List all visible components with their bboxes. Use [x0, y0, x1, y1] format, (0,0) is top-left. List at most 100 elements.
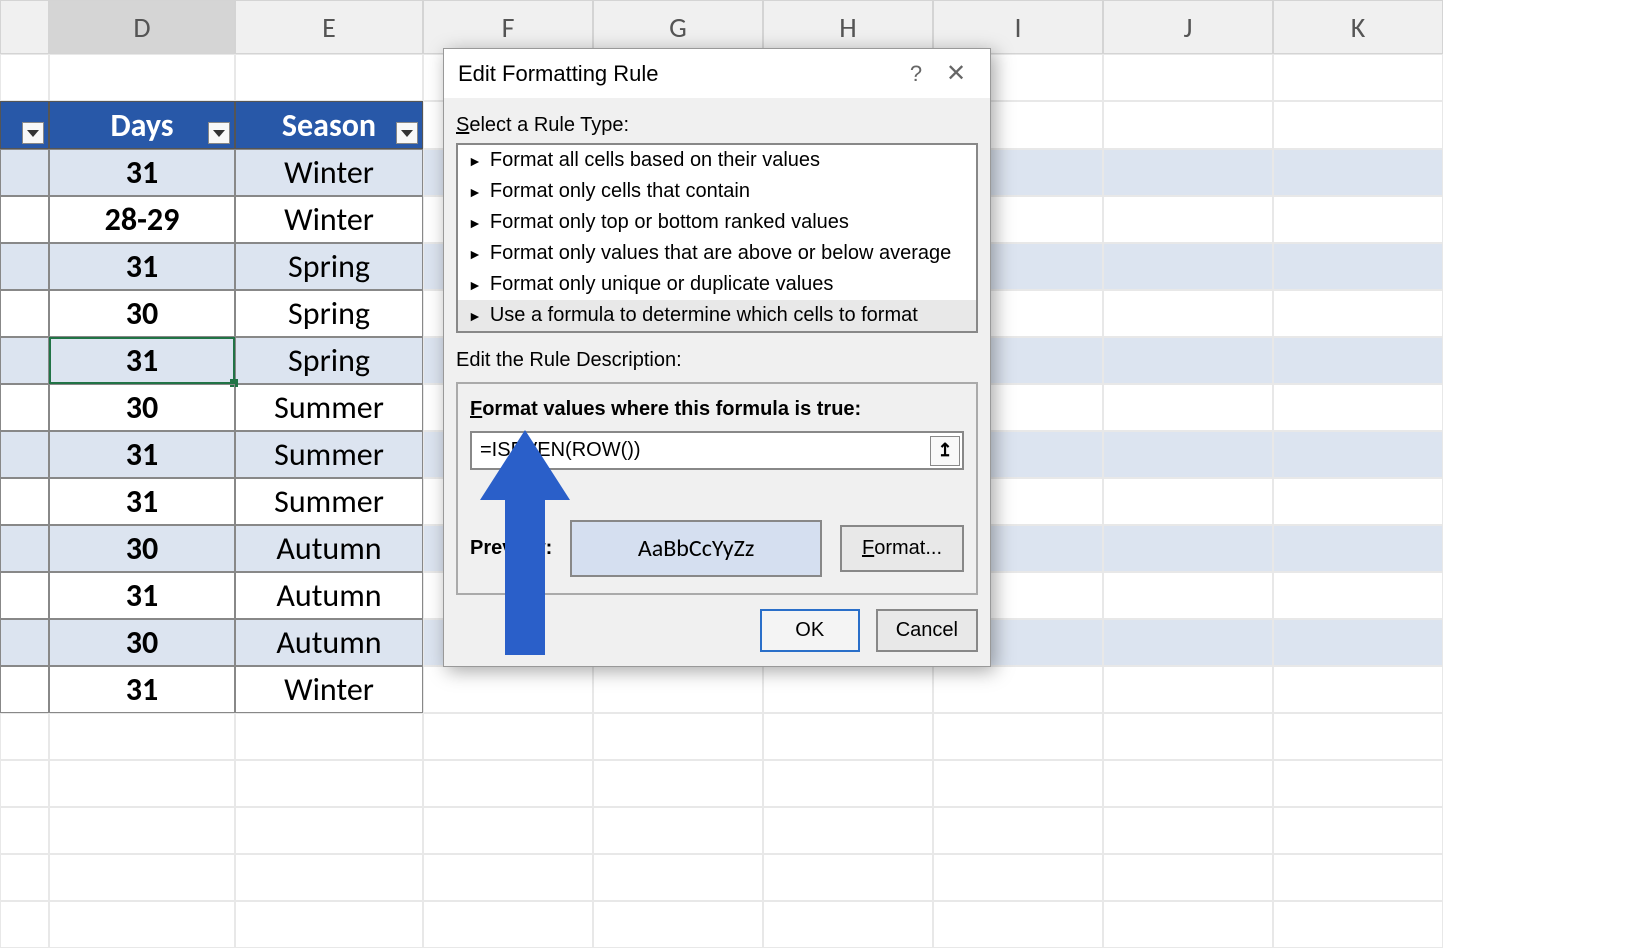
- rule-type-item[interactable]: ►Format all cells based on their values: [458, 145, 976, 176]
- cell-season[interactable]: Autumn: [235, 572, 423, 619]
- cell[interactable]: [1103, 243, 1273, 290]
- rule-type-list[interactable]: ►Format all cells based on their values►…: [456, 143, 978, 333]
- cell[interactable]: [1273, 431, 1443, 478]
- rule-type-item[interactable]: ►Format only cells that contain: [458, 176, 976, 207]
- cell[interactable]: [933, 854, 1103, 901]
- col-header-e[interactable]: E: [235, 0, 423, 54]
- cell-season[interactable]: Winter: [235, 666, 423, 713]
- cell[interactable]: [1103, 290, 1273, 337]
- cell[interactable]: [423, 854, 593, 901]
- cell[interactable]: [1103, 619, 1273, 666]
- cell-season[interactable]: Summer: [235, 431, 423, 478]
- cell[interactable]: [235, 854, 423, 901]
- cell[interactable]: [235, 713, 423, 760]
- cell-season[interactable]: Summer: [235, 478, 423, 525]
- cell-season[interactable]: Winter: [235, 196, 423, 243]
- cell[interactable]: [1103, 149, 1273, 196]
- format-button[interactable]: Format...: [840, 525, 964, 572]
- cell[interactable]: [593, 760, 763, 807]
- cell-season[interactable]: Winter: [235, 149, 423, 196]
- formula-input[interactable]: [472, 433, 928, 468]
- cell[interactable]: [0, 901, 49, 948]
- cell-partial[interactable]: [0, 572, 49, 619]
- rule-type-item[interactable]: ►Format only unique or duplicate values: [458, 269, 976, 300]
- cell[interactable]: [49, 54, 235, 101]
- cell[interactable]: [763, 666, 933, 713]
- cell[interactable]: [423, 760, 593, 807]
- cell[interactable]: [1103, 54, 1273, 101]
- cell-days[interactable]: 31: [49, 431, 235, 478]
- cell[interactable]: [1273, 666, 1443, 713]
- cell[interactable]: [235, 54, 423, 101]
- cell[interactable]: [1103, 431, 1273, 478]
- col-header-k[interactable]: K: [1273, 0, 1443, 54]
- cell-partial[interactable]: [0, 337, 49, 384]
- cell[interactable]: [933, 901, 1103, 948]
- cell[interactable]: [1273, 619, 1443, 666]
- cell[interactable]: [1273, 713, 1443, 760]
- cell-days[interactable]: 30: [49, 384, 235, 431]
- cell[interactable]: [1273, 290, 1443, 337]
- cell-season[interactable]: Spring: [235, 243, 423, 290]
- cell[interactable]: [1273, 384, 1443, 431]
- cell-partial[interactable]: [0, 525, 49, 572]
- cell-days[interactable]: 31: [49, 666, 235, 713]
- cell[interactable]: [1103, 666, 1273, 713]
- cell[interactable]: [0, 713, 49, 760]
- cell-partial[interactable]: [0, 478, 49, 525]
- cell-days[interactable]: 30: [49, 290, 235, 337]
- cell[interactable]: [1273, 854, 1443, 901]
- filter-dropdown-icon[interactable]: [208, 122, 230, 144]
- filter-dropdown-icon[interactable]: [396, 122, 418, 144]
- cell[interactable]: [763, 807, 933, 854]
- col-header-f[interactable]: F: [423, 0, 593, 54]
- cell[interactable]: [0, 760, 49, 807]
- cell[interactable]: [1273, 54, 1443, 101]
- cell-season[interactable]: Spring: [235, 290, 423, 337]
- cell-partial[interactable]: [0, 666, 49, 713]
- ok-button[interactable]: OK: [760, 609, 860, 652]
- cell[interactable]: [763, 854, 933, 901]
- cell[interactable]: [1273, 901, 1443, 948]
- cell[interactable]: [49, 760, 235, 807]
- cell[interactable]: [1273, 572, 1443, 619]
- cell-partial[interactable]: [0, 431, 49, 478]
- cell[interactable]: [1273, 525, 1443, 572]
- rule-type-item[interactable]: ►Use a formula to determine which cells …: [458, 300, 976, 331]
- cell[interactable]: [0, 854, 49, 901]
- cell[interactable]: [933, 807, 1103, 854]
- cell-days[interactable]: 31: [49, 478, 235, 525]
- cell[interactable]: [1273, 196, 1443, 243]
- rule-type-item[interactable]: ►Format only top or bottom ranked values: [458, 207, 976, 238]
- cell-days[interactable]: 31: [49, 337, 235, 384]
- cell[interactable]: [235, 901, 423, 948]
- cell[interactable]: [49, 854, 235, 901]
- cell-partial[interactable]: [0, 290, 49, 337]
- cell[interactable]: [933, 713, 1103, 760]
- cell[interactable]: [593, 713, 763, 760]
- cell[interactable]: [763, 713, 933, 760]
- rule-type-item[interactable]: ►Format only values that are above or be…: [458, 238, 976, 269]
- cell[interactable]: [593, 807, 763, 854]
- cell-days[interactable]: 31: [49, 572, 235, 619]
- cell[interactable]: [1103, 713, 1273, 760]
- cell[interactable]: [933, 666, 1103, 713]
- cell[interactable]: [1103, 478, 1273, 525]
- cell[interactable]: [235, 760, 423, 807]
- cell-days[interactable]: 28-29: [49, 196, 235, 243]
- cell[interactable]: [763, 760, 933, 807]
- cell[interactable]: [1103, 525, 1273, 572]
- close-button[interactable]: ✕: [936, 59, 976, 88]
- cell[interactable]: [1103, 101, 1273, 149]
- cell[interactable]: [593, 666, 763, 713]
- cell[interactable]: [423, 713, 593, 760]
- cell[interactable]: [49, 713, 235, 760]
- cell[interactable]: [1103, 337, 1273, 384]
- cell[interactable]: [1103, 760, 1273, 807]
- cell[interactable]: [1273, 243, 1443, 290]
- cell[interactable]: [1103, 807, 1273, 854]
- filter-dropdown-icon[interactable]: [22, 122, 44, 144]
- cell[interactable]: [1273, 760, 1443, 807]
- cell[interactable]: [1103, 196, 1273, 243]
- cell[interactable]: [933, 760, 1103, 807]
